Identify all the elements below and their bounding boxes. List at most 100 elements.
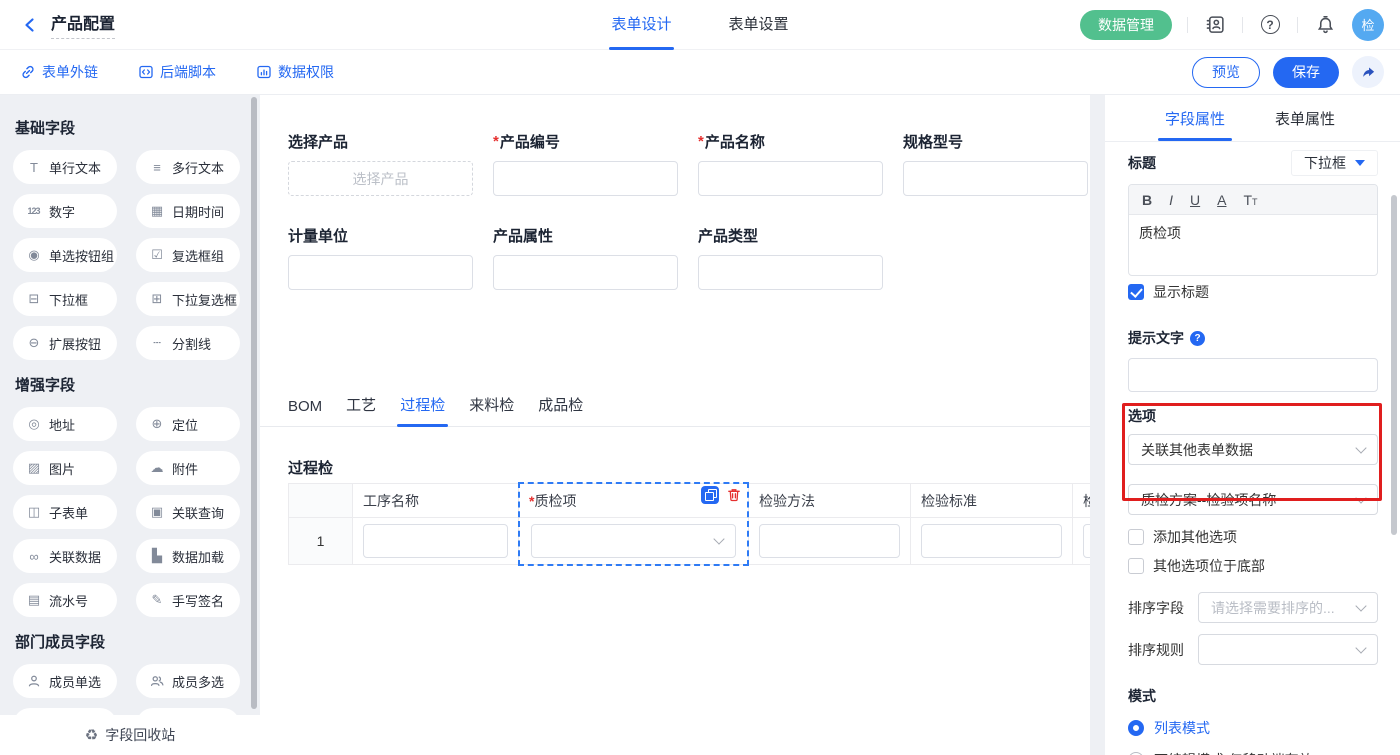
field-item-dropdown[interactable]: ⊟下拉框 <box>13 282 117 316</box>
select-product-button[interactable]: 选择产品 <box>288 161 473 196</box>
share-button[interactable] <box>1352 56 1384 88</box>
back-icon[interactable] <box>20 15 40 35</box>
field-item-linked-query[interactable]: ▣关联查询 <box>136 495 240 529</box>
product-type-input[interactable] <box>698 255 883 290</box>
option-source-select[interactable]: 关联其他表单数据 <box>1128 434 1378 465</box>
field-product-attribute[interactable]: 产品属性 <box>493 225 678 290</box>
field-item-attachment[interactable]: ☁附件 <box>136 451 240 485</box>
field-label: 计量单位 <box>288 225 473 246</box>
product-code-input[interactable] <box>493 161 678 196</box>
field-item-divider[interactable]: ┄分割线 <box>136 326 240 360</box>
address-book-icon[interactable] <box>1203 13 1227 37</box>
help-tooltip-icon[interactable]: ? <box>1190 331 1205 346</box>
field-type-select[interactable]: 下拉框 <box>1291 150 1378 176</box>
help-icon[interactable]: ? <box>1258 13 1282 37</box>
font-size-button[interactable]: TT <box>1243 192 1257 208</box>
italic-button[interactable]: I <box>1169 192 1173 208</box>
serial-number-icon: ▤ <box>25 592 42 608</box>
product-name-input[interactable] <box>698 161 883 196</box>
tab-field-properties[interactable]: 字段属性 <box>1165 95 1225 141</box>
field-item-single-line-text[interactable]: T单行文本 <box>13 150 117 184</box>
field-item-signature[interactable]: ✎手写签名 <box>136 583 240 617</box>
field-item-data-load[interactable]: ▙数据加载 <box>136 539 240 573</box>
panel-scrollbar[interactable] <box>1391 195 1397 535</box>
linked-data-icon: ∞ <box>25 549 42 564</box>
font-color-button[interactable]: A <box>1217 192 1226 208</box>
inspection-standard-input[interactable] <box>921 524 1062 558</box>
field-item-location[interactable]: ⊕定位 <box>136 407 240 441</box>
subform-tabs: BOM 工艺 过程检 来料检 成品检 <box>260 385 1090 427</box>
data-manage-button[interactable]: 数据管理 <box>1080 10 1172 40</box>
section-title-enhanced-fields: 增强字段 <box>15 374 248 395</box>
field-spec-model[interactable]: 规格型号 <box>903 131 1088 196</box>
field-item-number[interactable]: 123数字 <box>13 194 117 228</box>
option-field-select[interactable]: 质检方案--检验项名称 <box>1128 484 1378 515</box>
user-avatar[interactable]: 检 <box>1352 9 1384 41</box>
show-title-label: 显示标题 <box>1153 282 1209 302</box>
field-product-name[interactable]: *产品名称 <box>698 131 883 196</box>
delete-field-icon[interactable] <box>726 487 742 503</box>
tab-form-properties[interactable]: 表单属性 <box>1275 95 1335 141</box>
data-permission-link[interactable]: 数据权限 <box>256 62 334 82</box>
tab-process-inspection[interactable]: 过程检 <box>400 394 445 426</box>
field-item-serial-number[interactable]: ▤流水号 <box>13 583 117 617</box>
list-mode-radio[interactable] <box>1128 720 1144 736</box>
product-attribute-input[interactable] <box>493 255 678 290</box>
field-product-type[interactable]: 产品类型 <box>698 225 883 290</box>
tab-incoming-inspection[interactable]: 来料检 <box>469 394 514 426</box>
sort-rule-select[interactable] <box>1198 634 1378 665</box>
field-item-dropdown-multi[interactable]: ⊞下拉复选框 <box>136 282 240 316</box>
tab-finished-inspection[interactable]: 成品检 <box>538 394 583 426</box>
sort-rule-label: 排序规则 <box>1128 640 1186 660</box>
inspection-method-input[interactable] <box>759 524 900 558</box>
unit-input[interactable] <box>288 255 473 290</box>
enhanced-fields-grid: ◎地址 ⊕定位 ▨图片 ☁附件 ◫子表单 ▣关联查询 ∞关联数据 ▙数据加载 ▤… <box>13 407 248 617</box>
field-unit[interactable]: 计量单位 <box>288 225 473 290</box>
field-recycle-bin[interactable]: ♻ 字段回收站 <box>0 715 260 755</box>
datetime-icon: ▦ <box>148 203 165 219</box>
tab-process[interactable]: 工艺 <box>346 394 376 426</box>
section-title-basic-fields: 基础字段 <box>15 117 248 138</box>
tab-form-settings[interactable]: 表单设置 <box>729 0 789 50</box>
form-external-link[interactable]: 表单外链 <box>20 62 98 82</box>
other-option-bottom-checkbox[interactable] <box>1128 558 1144 574</box>
field-item-image[interactable]: ▨图片 <box>13 451 117 485</box>
field-item-extend-button[interactable]: ⊖扩展按钮 <box>13 326 117 360</box>
field-select-product[interactable]: 选择产品 选择产品 <box>288 131 473 196</box>
hint-text-input[interactable] <box>1128 358 1378 392</box>
address-icon: ◎ <box>25 416 42 432</box>
save-button[interactable]: 保存 <box>1273 57 1339 88</box>
process-name-input[interactable] <box>363 524 508 558</box>
field-item-subform[interactable]: ◫子表单 <box>13 495 117 529</box>
panel-tabs: 字段属性 表单属性 <box>1105 95 1400 142</box>
field-item-checkbox-group[interactable]: ☑复选框组 <box>136 238 240 272</box>
field-item-linked-data[interactable]: ∞关联数据 <box>13 539 117 573</box>
image-icon: ▨ <box>25 460 42 476</box>
preview-button[interactable]: 预览 <box>1192 57 1260 88</box>
underline-button[interactable]: U <box>1190 192 1200 208</box>
list-mode-label: 列表模式 <box>1154 718 1210 738</box>
field-item-member-multi[interactable]: 成员多选 <box>136 664 240 698</box>
attachment-icon: ☁ <box>148 460 165 476</box>
copy-field-icon[interactable] <box>701 486 719 504</box>
tab-bom[interactable]: BOM <box>288 398 322 426</box>
show-title-checkbox[interactable] <box>1128 284 1144 300</box>
title-value-input[interactable]: 质检项 <box>1129 215 1377 275</box>
spec-model-input[interactable] <box>903 161 1088 196</box>
field-item-multi-line-text[interactable]: ≡多行文本 <box>136 150 240 184</box>
field-item-member-single[interactable]: 成员单选 <box>13 664 117 698</box>
sidebar-scrollbar[interactable] <box>251 97 257 709</box>
notification-bell-icon[interactable] <box>1313 13 1337 37</box>
clipped-input[interactable] <box>1083 524 1090 558</box>
other-option-bottom-label: 其他选项位于底部 <box>1153 556 1265 576</box>
field-item-datetime[interactable]: ▦日期时间 <box>136 194 240 228</box>
field-product-code[interactable]: *产品编号 <box>493 131 678 196</box>
tab-form-design[interactable]: 表单设计 <box>611 0 671 50</box>
backend-script-link[interactable]: 后端脚本 <box>138 62 216 82</box>
section-title-member-fields: 部门成员字段 <box>15 631 248 652</box>
field-item-address[interactable]: ◎地址 <box>13 407 117 441</box>
bold-button[interactable]: B <box>1142 192 1152 208</box>
add-other-option-checkbox[interactable] <box>1128 529 1144 545</box>
sort-field-select[interactable]: 请选择需要排序的... <box>1198 592 1378 623</box>
field-item-radio-group[interactable]: ◉单选按钮组 <box>13 238 117 272</box>
